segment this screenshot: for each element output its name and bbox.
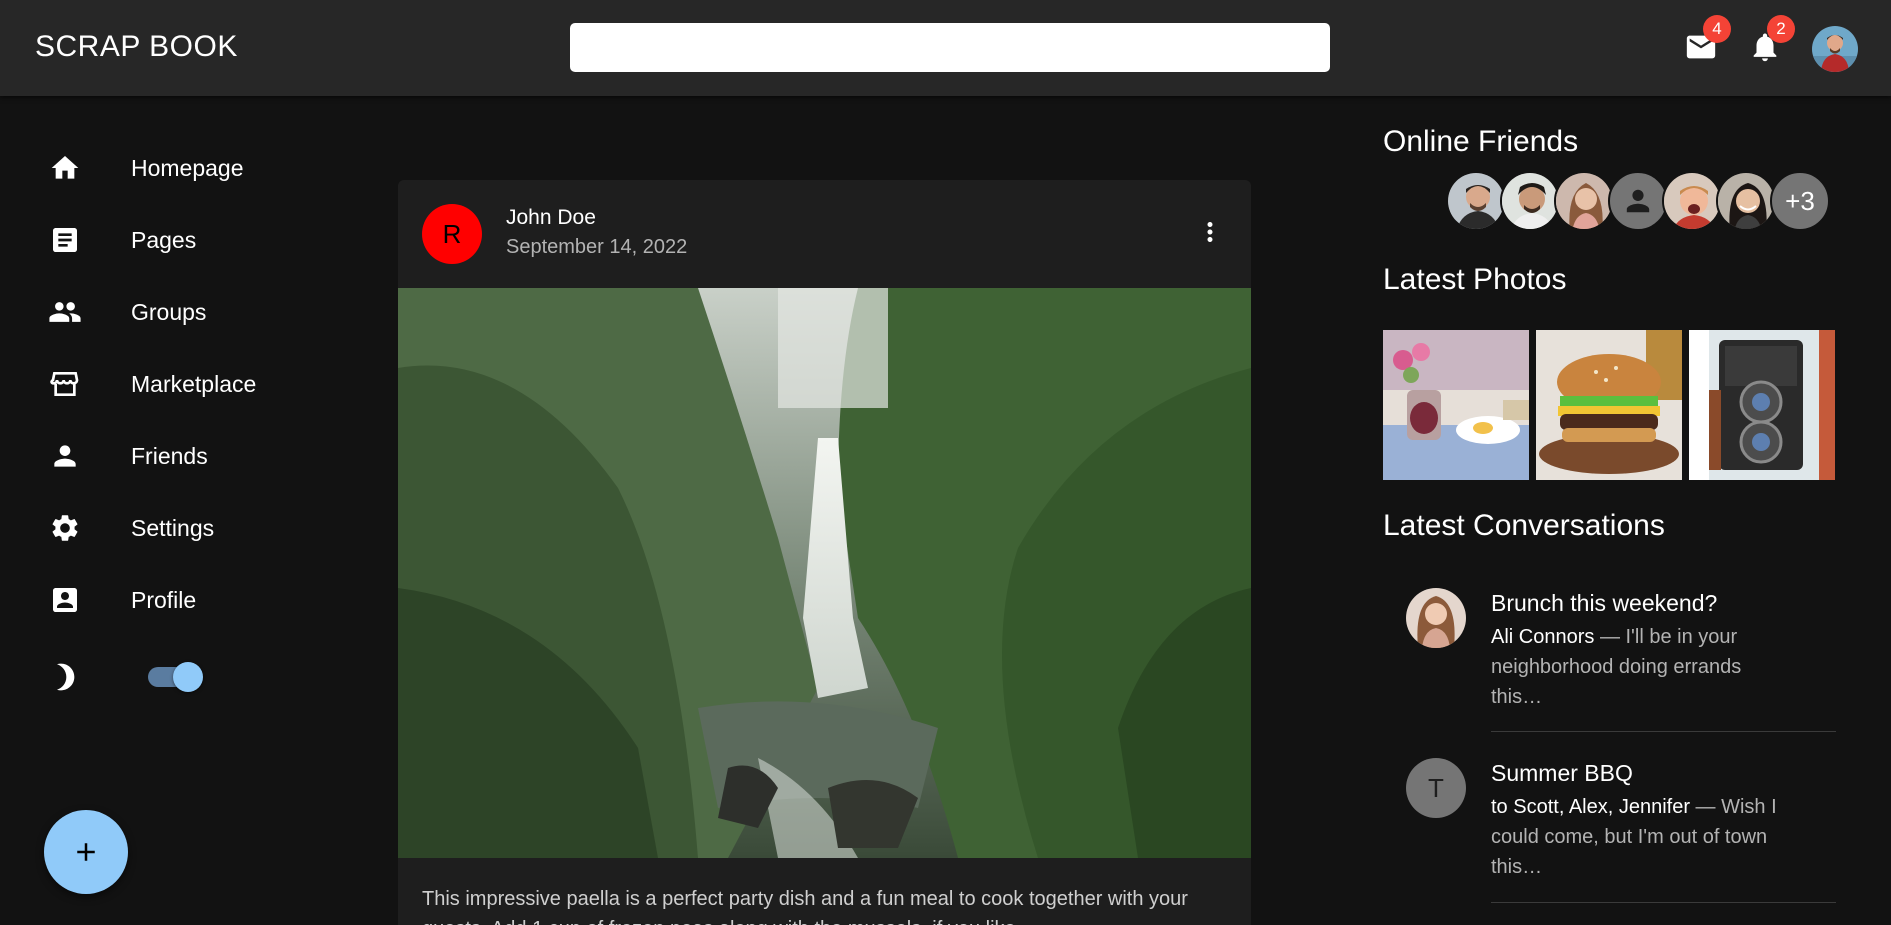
post-text: This impressive paella is a perfect part… (422, 888, 1188, 925)
more-friends-count[interactable]: +3 (1770, 171, 1830, 231)
conversation-sender: to Scott, Alex, Jennifer (1491, 796, 1690, 818)
gear-icon (48, 511, 82, 545)
conversation-avatar: T (1406, 758, 1466, 818)
post-image (398, 288, 1251, 858)
conversation-title: Brunch this weekend? (1491, 590, 1718, 616)
sidebar-item-settings[interactable]: Settings (0, 500, 340, 556)
conversation-sender: Ali Connors (1491, 626, 1595, 648)
sidebar-item-marketplace[interactable]: Marketplace (0, 356, 340, 412)
article-icon (48, 223, 82, 257)
app-bar: SCRAP BOOK 4 2 (0, 0, 1891, 96)
latest-photos-title: Latest Photos (1383, 263, 1567, 296)
theme-toggle-row (0, 649, 340, 705)
sidebar-item-pages[interactable]: Pages (0, 212, 340, 268)
post-card: R John Doe September 14, 2022 This impre… (398, 180, 1251, 925)
home-icon (48, 151, 82, 185)
friend-avatar[interactable] (1662, 171, 1722, 231)
friend-avatar[interactable] (1608, 171, 1668, 231)
add-button[interactable] (44, 810, 128, 894)
sidebar-item-friends[interactable]: Friends (0, 428, 340, 484)
friend-avatar[interactable] (1554, 171, 1614, 231)
sidebar-item-label: Marketplace (131, 370, 257, 397)
divider (1491, 731, 1836, 732)
sidebar-item-label: Friends (131, 442, 208, 469)
conversation-preview: Ali Connors — I'll be in your neighborho… (1491, 622, 1791, 712)
friend-avatar[interactable] (1716, 171, 1776, 231)
people-icon (48, 295, 82, 329)
conversation-title: Summer BBQ (1491, 760, 1633, 786)
sidebar-item-profile[interactable]: Profile (0, 572, 340, 628)
sidebar-item-label: Homepage (131, 154, 244, 181)
photo-thumbnail[interactable] (1383, 330, 1529, 480)
mail-button[interactable]: 4 (1681, 15, 1731, 67)
more-vertical-icon (1207, 222, 1213, 242)
sidebar-item-label: Profile (131, 586, 197, 613)
toggle-thumb (173, 662, 203, 692)
sidebar-item-label: Groups (131, 298, 207, 325)
divider (1491, 902, 1836, 903)
online-friends-title: Online Friends (1383, 125, 1579, 158)
conversation-avatar (1406, 588, 1466, 648)
latest-conversations-title: Latest Conversations (1383, 509, 1665, 542)
plus-icon (77, 843, 95, 861)
photo-thumbnail[interactable] (1689, 330, 1835, 480)
notifications-button[interactable]: 2 (1745, 15, 1795, 67)
search-input[interactable] (570, 23, 1330, 72)
moon-icon (48, 660, 82, 694)
post-author-avatar[interactable]: R (422, 204, 482, 264)
online-friends-avatars: +3 (1446, 171, 1830, 231)
sidebar-item-label: Settings (131, 514, 215, 541)
conversation-preview: to Scott, Alex, Jennifer — Wish I could … (1491, 792, 1791, 882)
post-more-button[interactable] (1190, 210, 1230, 254)
post-date: September 14, 2022 (506, 236, 688, 258)
person-icon (1626, 189, 1650, 213)
mail-badge: 4 (1703, 15, 1731, 43)
storefront-icon (48, 367, 82, 401)
post-author-name: John Doe (506, 206, 596, 229)
theme-toggle-switch[interactable] (148, 662, 206, 692)
person-icon (48, 439, 82, 473)
photo-thumbnail[interactable] (1536, 330, 1682, 480)
account-box-icon (48, 583, 82, 617)
notifications-badge: 2 (1767, 15, 1795, 43)
sidebar-item-groups[interactable]: Groups (0, 284, 340, 340)
user-avatar[interactable] (1812, 26, 1858, 72)
friend-avatar[interactable] (1500, 171, 1560, 231)
friend-avatar[interactable] (1446, 171, 1506, 231)
sidebar-item-homepage[interactable]: Homepage (0, 140, 340, 196)
sidebar-item-label: Pages (131, 226, 197, 253)
app-title[interactable]: SCRAP BOOK (35, 30, 238, 64)
